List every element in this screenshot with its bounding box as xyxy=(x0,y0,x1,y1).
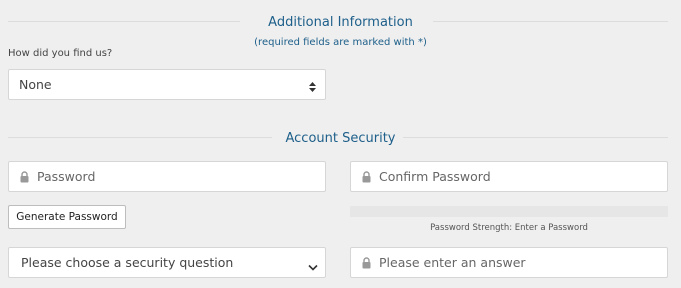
password-placeholder: Password xyxy=(37,169,96,184)
security-question-value: Please choose a security question xyxy=(21,255,234,270)
required-note: (required fields are marked with *) xyxy=(254,37,427,48)
security-question-select[interactable]: Please choose a security question xyxy=(8,247,326,278)
find-us-select[interactable]: None xyxy=(8,69,326,100)
lock-icon xyxy=(362,256,371,269)
answer-placeholder: Please enter an answer xyxy=(379,255,526,270)
confirm-password-input[interactable]: Confirm Password xyxy=(350,161,668,192)
confirm-password-placeholder: Confirm Password xyxy=(379,169,491,184)
generate-password-button[interactable]: Generate Password xyxy=(8,205,126,229)
account-security-title: Account Security xyxy=(285,131,396,146)
password-input[interactable]: Password xyxy=(8,161,326,192)
chevron-down-icon xyxy=(308,259,318,271)
password-strength-bar xyxy=(350,206,668,217)
up-down-arrows-icon xyxy=(309,80,316,92)
password-strength-text: Password Strength: Enter a Password xyxy=(430,223,588,233)
lock-icon xyxy=(20,170,29,183)
find-us-value: None xyxy=(19,77,52,92)
security-answer-input[interactable]: Please enter an answer xyxy=(350,247,668,278)
lock-icon xyxy=(362,170,371,183)
additional-info-title: Additional Information xyxy=(268,15,413,30)
find-us-label: How did you find us? xyxy=(8,48,113,59)
